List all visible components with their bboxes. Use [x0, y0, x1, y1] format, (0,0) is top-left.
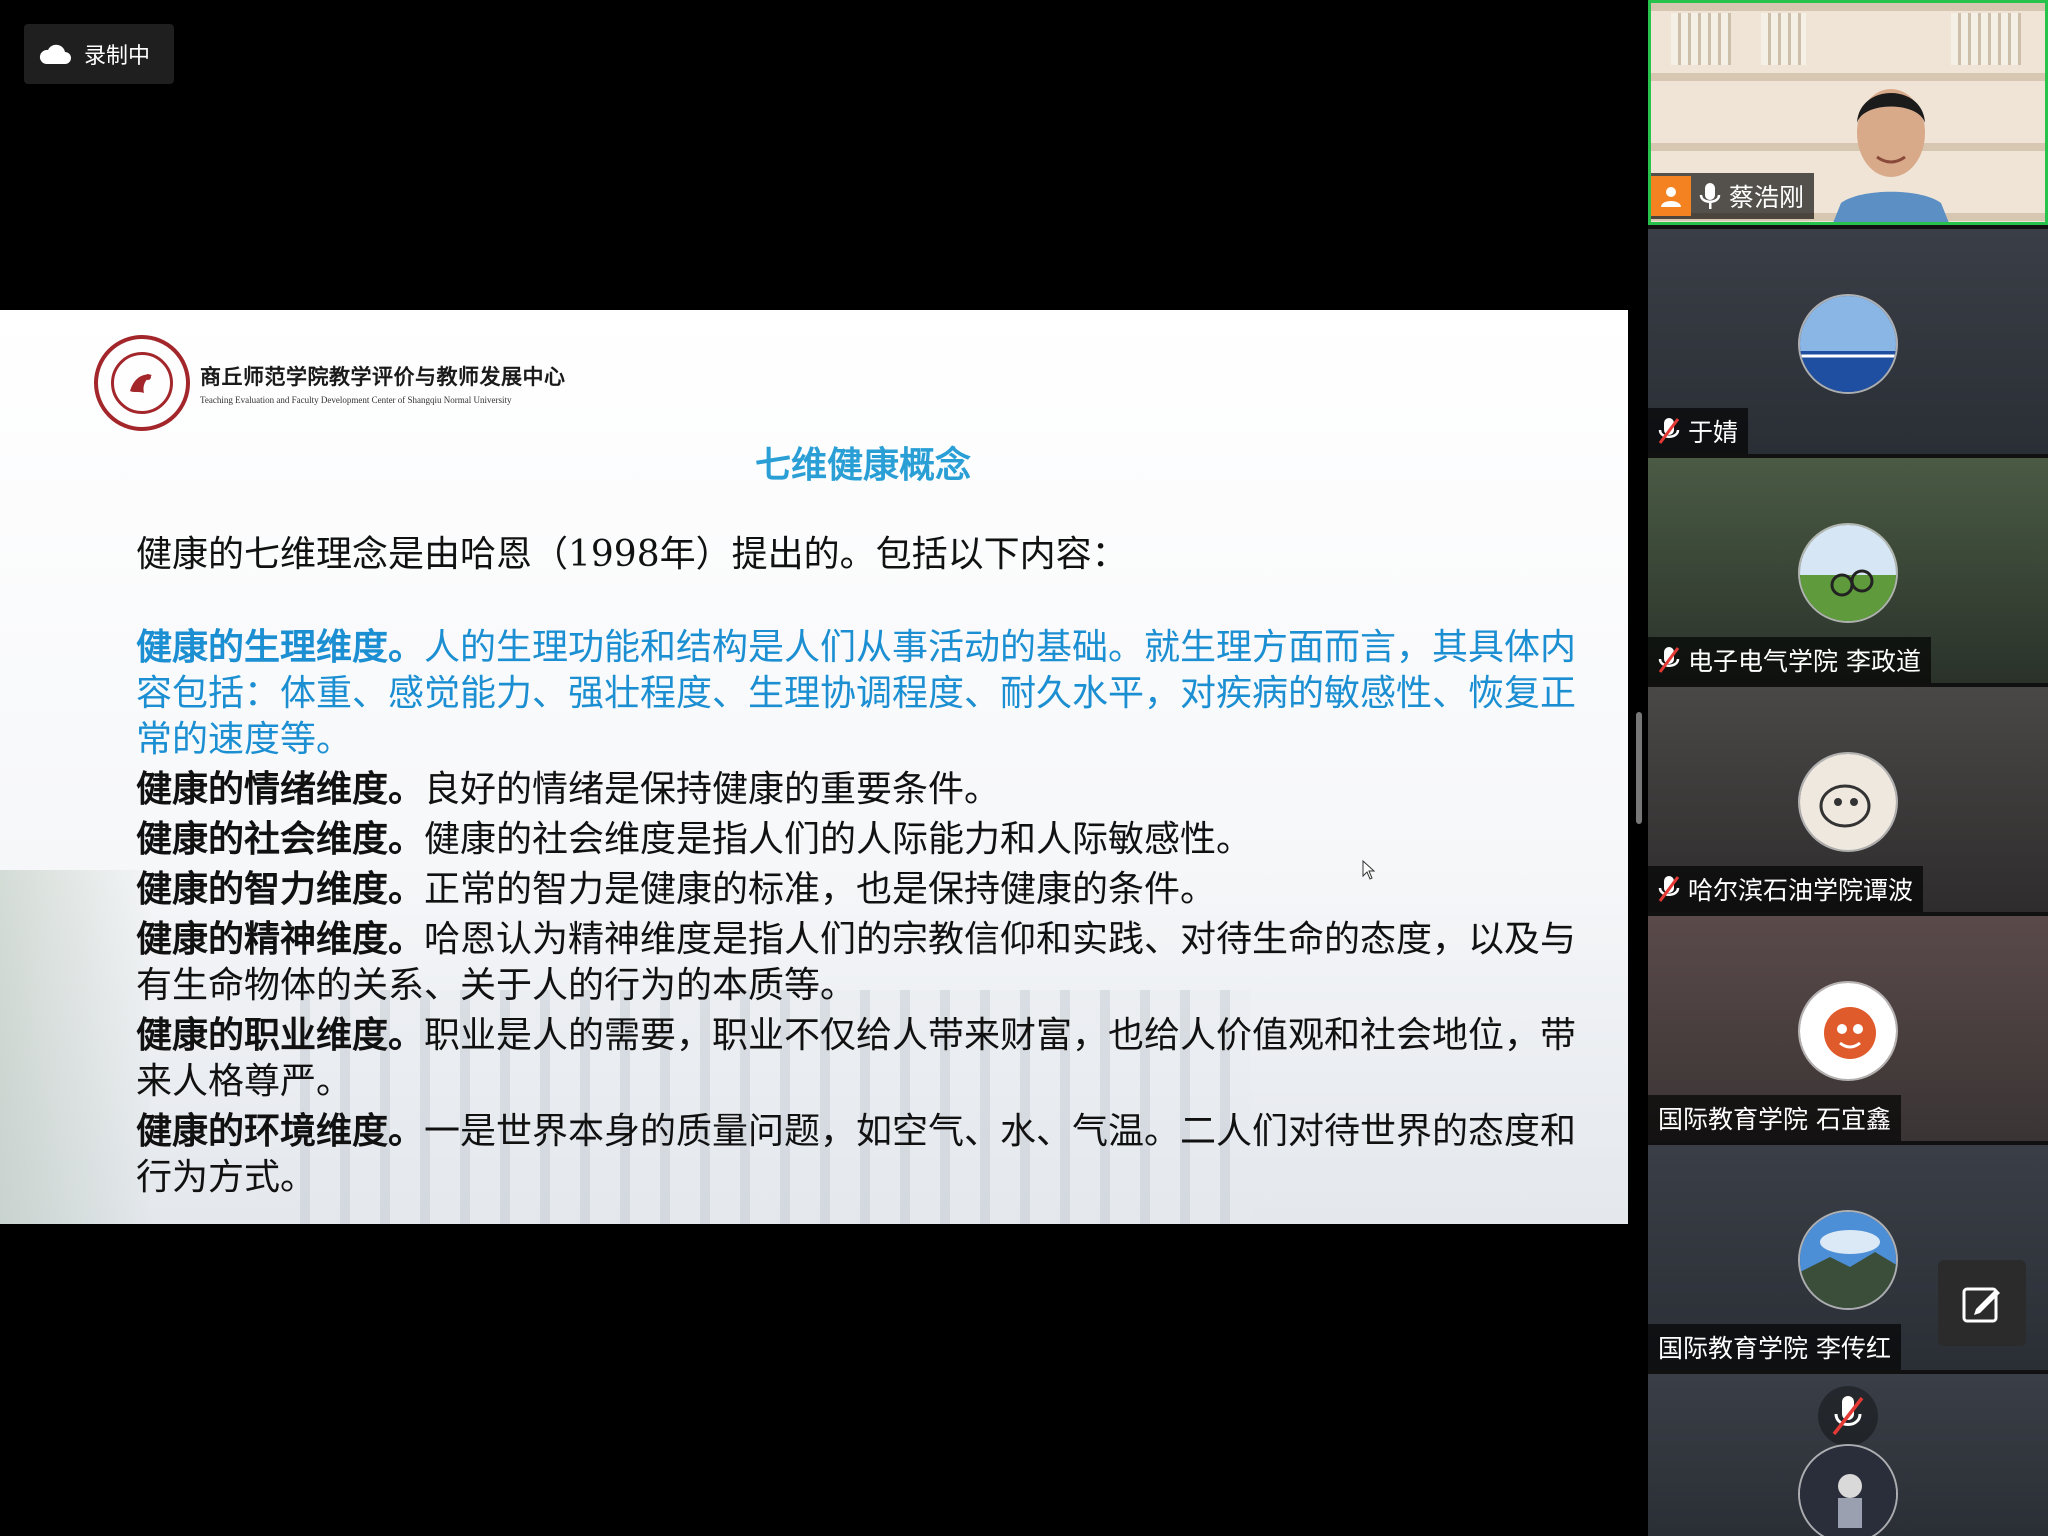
cloud-icon	[38, 43, 72, 65]
paragraph-text: 良好的情绪是保持健康的重要条件。	[424, 769, 1001, 810]
avatar	[1798, 981, 1898, 1081]
logo-title-cn: 商丘师范学院教学评价与教师发展中心	[200, 364, 566, 389]
slide-intro: 健康的七维理念是由哈恩（1998年）提出的。包括以下内容：	[136, 534, 1128, 575]
center-logo: 商丘师范学院教学评价与教师发展中心 Teaching Evaluation an…	[94, 335, 566, 431]
slide-title: 七维健康概念	[754, 444, 971, 486]
logo-title-en: Teaching Evaluation and Faculty Developm…	[200, 395, 512, 405]
paragraph-head: 健康的环境维度。	[136, 1110, 425, 1152]
paragraph-text: 健康的社会维度是指人们的人际能力和人际敏感性。	[424, 819, 1253, 860]
participant-tile[interactable]: 于婧	[1648, 229, 2048, 454]
participant-name: 国际教育学院 石宜鑫	[1658, 1105, 1891, 1134]
seal-icon	[94, 335, 190, 431]
participant-name: 哈尔滨石油学院谭波	[1688, 876, 1914, 905]
paragraph-text: 正常的智力是健康的标准，也是保持健康的条件。	[424, 869, 1217, 910]
pen-box-icon	[1962, 1287, 2000, 1323]
paragraph-physical: 健康的生理维度。人的生理功能和结构是人们从事活动的基础。就生理方面而言，其具体内…	[136, 624, 1596, 763]
paragraph-head: 健康的情绪维度。	[136, 768, 425, 810]
mic-icon	[1699, 183, 1721, 209]
shared-slide: 商丘师范学院教学评价与教师发展中心 Teaching Evaluation an…	[0, 310, 1628, 1224]
participant-tile-active[interactable]: 蔡浩刚	[1648, 0, 2048, 225]
mic-muted-icon	[1658, 876, 1680, 902]
paragraph-head: 健康的精神维度。	[136, 918, 425, 960]
paragraph-head: 健康的职业维度。	[136, 1014, 425, 1056]
recording-label: 录制中	[84, 44, 151, 69]
paragraph-spiritual: 健康的精神维度。哈恩认为精神维度是指人们的宗教信仰和实践、对待生命的态度，以及与…	[136, 916, 1596, 1009]
share-annotate-button[interactable]	[1938, 1260, 2026, 1346]
participant-tile[interactable]	[1648, 1374, 2048, 1536]
mic-muted-icon	[1818, 1386, 1878, 1446]
mouse-cursor-icon	[1362, 860, 1376, 880]
mic-muted-icon	[1658, 418, 1680, 444]
avatar	[1798, 1210, 1898, 1310]
paragraph-head: 健康的生理维度。	[136, 626, 425, 668]
paragraph-intellectual: 健康的智力维度。正常的智力是健康的标准，也是保持健康的条件。	[136, 866, 1596, 913]
paragraph-emotional: 健康的情绪维度。良好的情绪是保持健康的重要条件。	[136, 766, 1596, 813]
paragraph-occupational: 健康的职业维度。职业是人的需要，职业不仅给人带来财富，也给人价值观和社会地位，带…	[136, 1012, 1596, 1105]
slide-body: 健康的七维理念是由哈恩（1998年）提出的。包括以下内容： 健康的生理维度。人的…	[136, 532, 1596, 1204]
gallery-scrollbar[interactable]	[1636, 712, 1642, 824]
participant-name: 国际教育学院 李传红	[1658, 1334, 1891, 1363]
paragraph-head: 健康的社会维度。	[136, 818, 425, 860]
avatar	[1798, 523, 1898, 623]
participant-name: 电子电气学院 李政道	[1688, 647, 1921, 676]
recording-badge[interactable]: 录制中	[24, 24, 174, 84]
avatar	[1798, 752, 1898, 852]
mic-muted-icon	[1658, 647, 1680, 673]
participant-name: 于婧	[1688, 418, 1739, 447]
meeting-window: 录制中 商丘师范学院教学评价与教师发展中心 Teaching Evaluatio…	[0, 0, 2048, 1536]
participant-tile[interactable]: 哈尔滨石油学院谭波	[1648, 687, 2048, 912]
avatar	[1798, 1444, 1898, 1536]
paragraph-head: 健康的智力维度。	[136, 868, 425, 910]
paragraph-social: 健康的社会维度。健康的社会维度是指人们的人际能力和人际敏感性。	[136, 816, 1596, 863]
participant-name: 蔡浩刚	[1729, 183, 1805, 212]
participant-tile[interactable]: 电子电气学院 李政道	[1648, 458, 2048, 683]
paragraph-environmental: 健康的环境维度。一是世界本身的质量问题，如空气、水、气温。二人们对待世界的态度和…	[136, 1108, 1596, 1201]
avatar	[1798, 294, 1898, 394]
host-user-icon	[1651, 176, 1691, 216]
participant-tile[interactable]: 国际教育学院 石宜鑫	[1648, 916, 2048, 1141]
